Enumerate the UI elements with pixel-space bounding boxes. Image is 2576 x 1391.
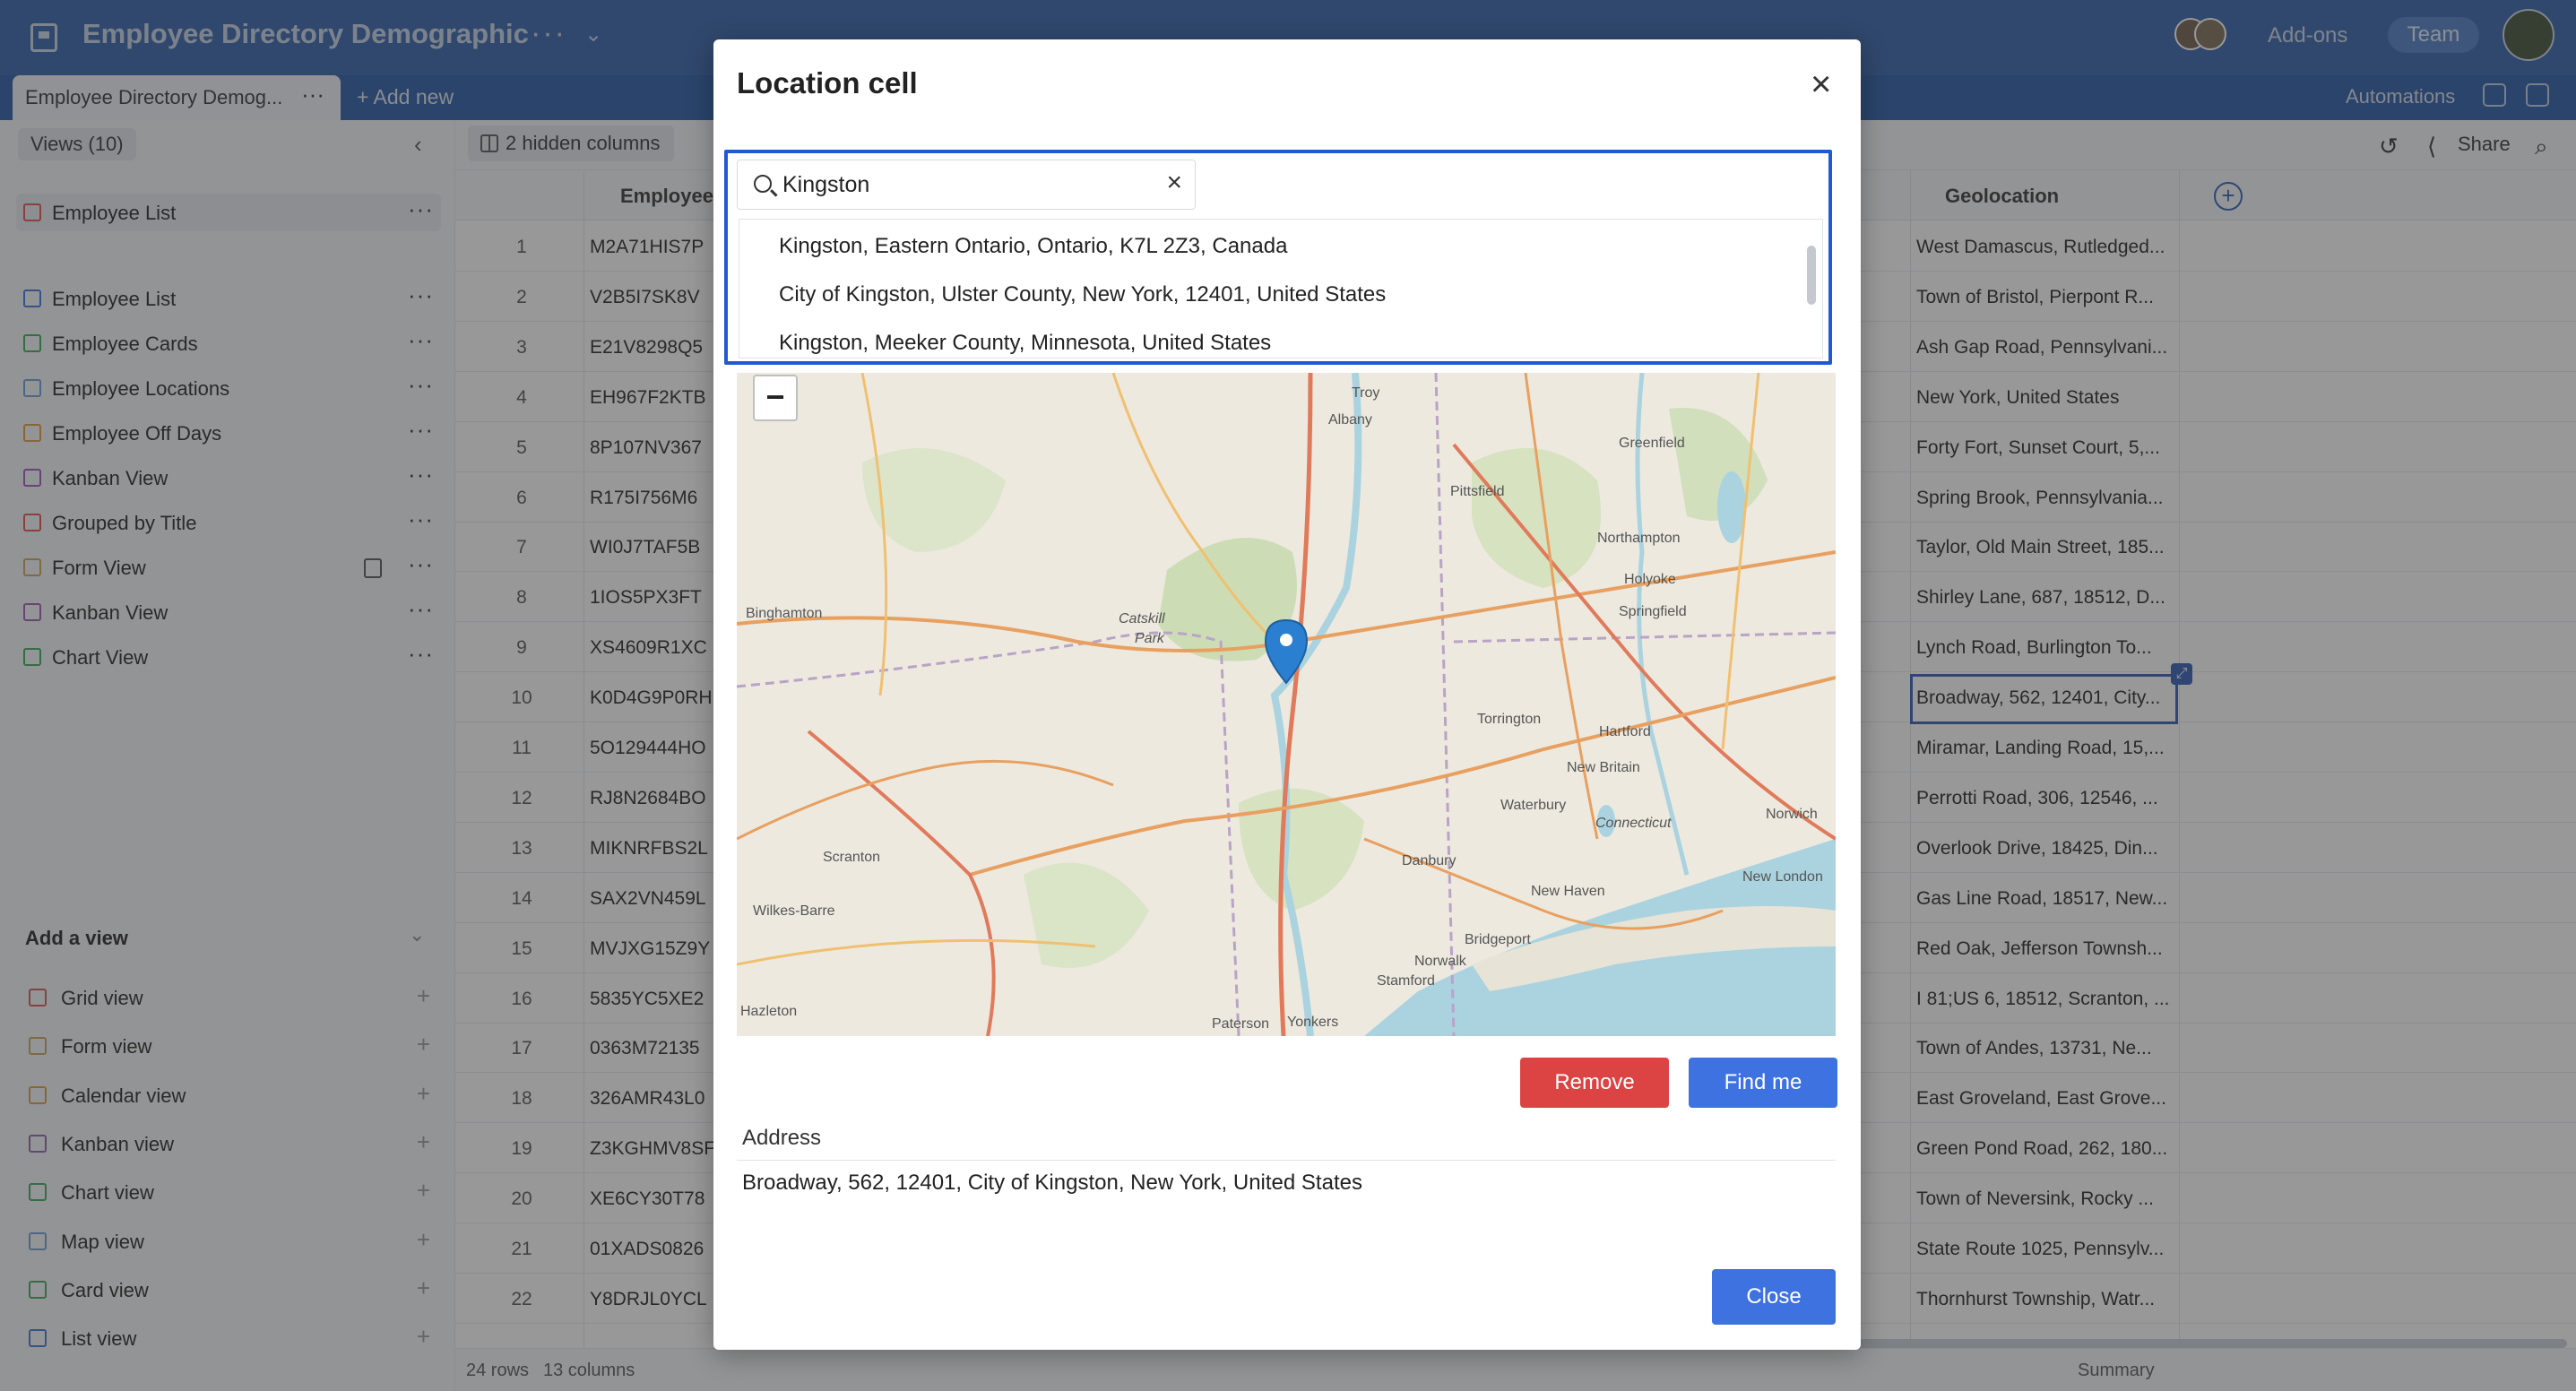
remove-button[interactable]: Remove: [1520, 1058, 1669, 1108]
clear-search-icon[interactable]: ×: [1166, 169, 1182, 196]
zoom-out-button[interactable]: −: [753, 375, 798, 421]
dialog-title: Location cell: [737, 66, 918, 99]
close-button[interactable]: Close: [1712, 1269, 1836, 1325]
search-icon: [754, 175, 772, 193]
suggestion-item[interactable]: City of Kingston, Ulster County, New Yor…: [779, 282, 1386, 307]
suggestion-list: Kingston, Eastern Ontario, Ontario, K7L …: [739, 219, 1823, 359]
close-icon[interactable]: ×: [1811, 66, 1831, 102]
suggestion-scrollbar[interactable]: [1807, 246, 1816, 305]
suggestion-item[interactable]: Kingston, Eastern Ontario, Ontario, K7L …: [779, 234, 1287, 259]
address-value: Broadway, 562, 12401, City of Kingston, …: [742, 1171, 1362, 1195]
address-label: Address: [742, 1126, 822, 1150]
map-tiles: [737, 373, 1836, 1036]
location-map[interactable]: Troy Albany Greenfield Pittsfield Northa…: [737, 373, 1836, 1036]
divider: [737, 1160, 1836, 1161]
location-search-box[interactable]: ×: [737, 160, 1196, 210]
find-me-button[interactable]: Find me: [1689, 1058, 1837, 1108]
location-search-input[interactable]: [782, 169, 1141, 200]
suggestion-item[interactable]: Kingston, Meeker County, Minnesota, Unit…: [779, 331, 1271, 356]
